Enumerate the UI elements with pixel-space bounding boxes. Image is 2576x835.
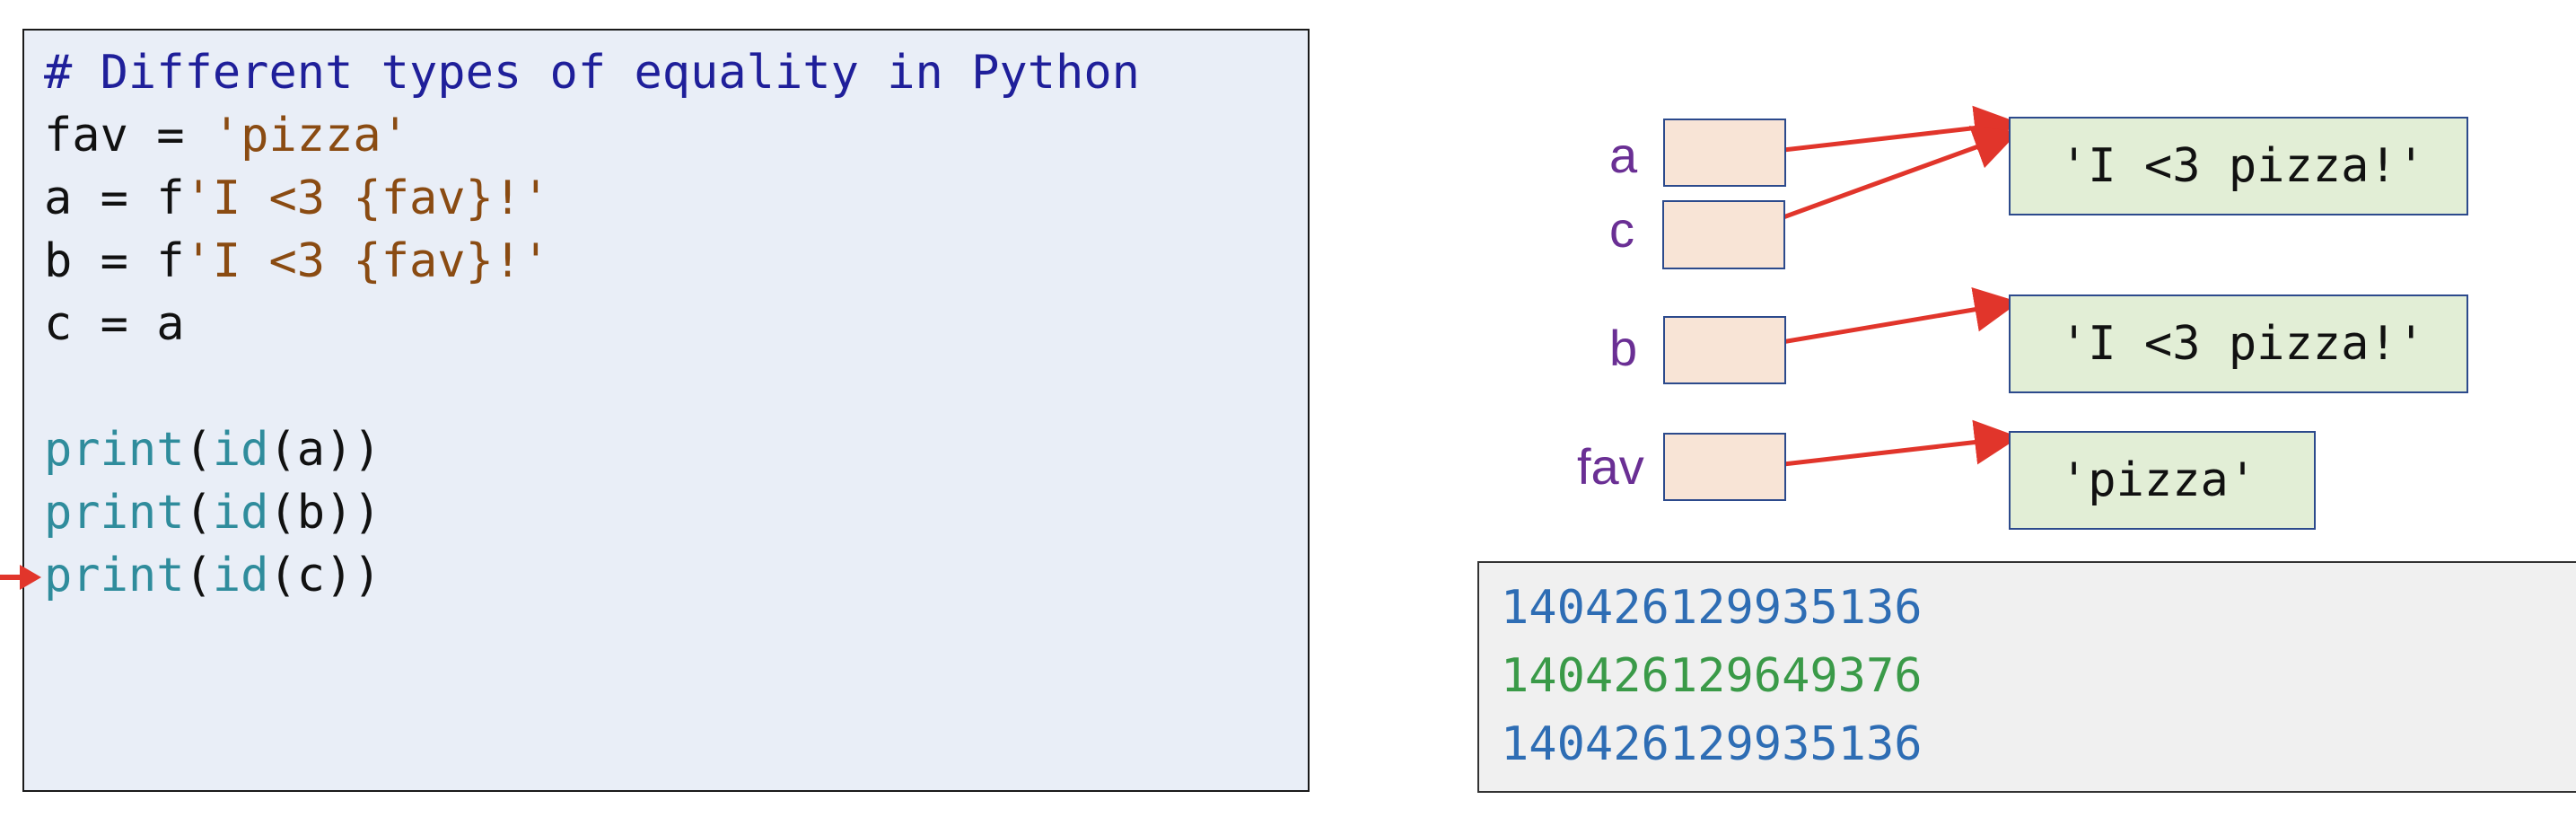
code-token: ( <box>184 549 213 602</box>
variable-slot-b <box>1663 316 1786 384</box>
code-token: (c)) <box>268 549 381 602</box>
variable-slot-c <box>1662 200 1785 269</box>
variable-label-b: b <box>1609 320 1638 376</box>
code-token: print <box>44 549 185 602</box>
heap-object-3: 'pizza' <box>2009 431 2316 530</box>
output-line-3: 140426129935136 <box>1501 717 1923 771</box>
variable-label-c: c <box>1609 201 1634 258</box>
output-line-2: 140426129649376 <box>1501 649 1923 703</box>
code-token: id <box>212 549 269 602</box>
heap-object-2: 'I <3 pizza!' <box>2009 294 2468 393</box>
heap-object-1: 'I <3 pizza!' <box>2009 117 2468 215</box>
execution-pointer-icon <box>0 565 41 590</box>
output-line-1: 140426129935136 <box>1501 581 1923 635</box>
variable-label-a: a <box>1609 127 1638 183</box>
output-panel: 140426129935136 140426129649376 14042612… <box>1477 561 2576 793</box>
variable-slot-fav <box>1663 433 1786 501</box>
variable-label-fav: fav <box>1577 438 1644 495</box>
variable-slot-a <box>1663 119 1786 187</box>
